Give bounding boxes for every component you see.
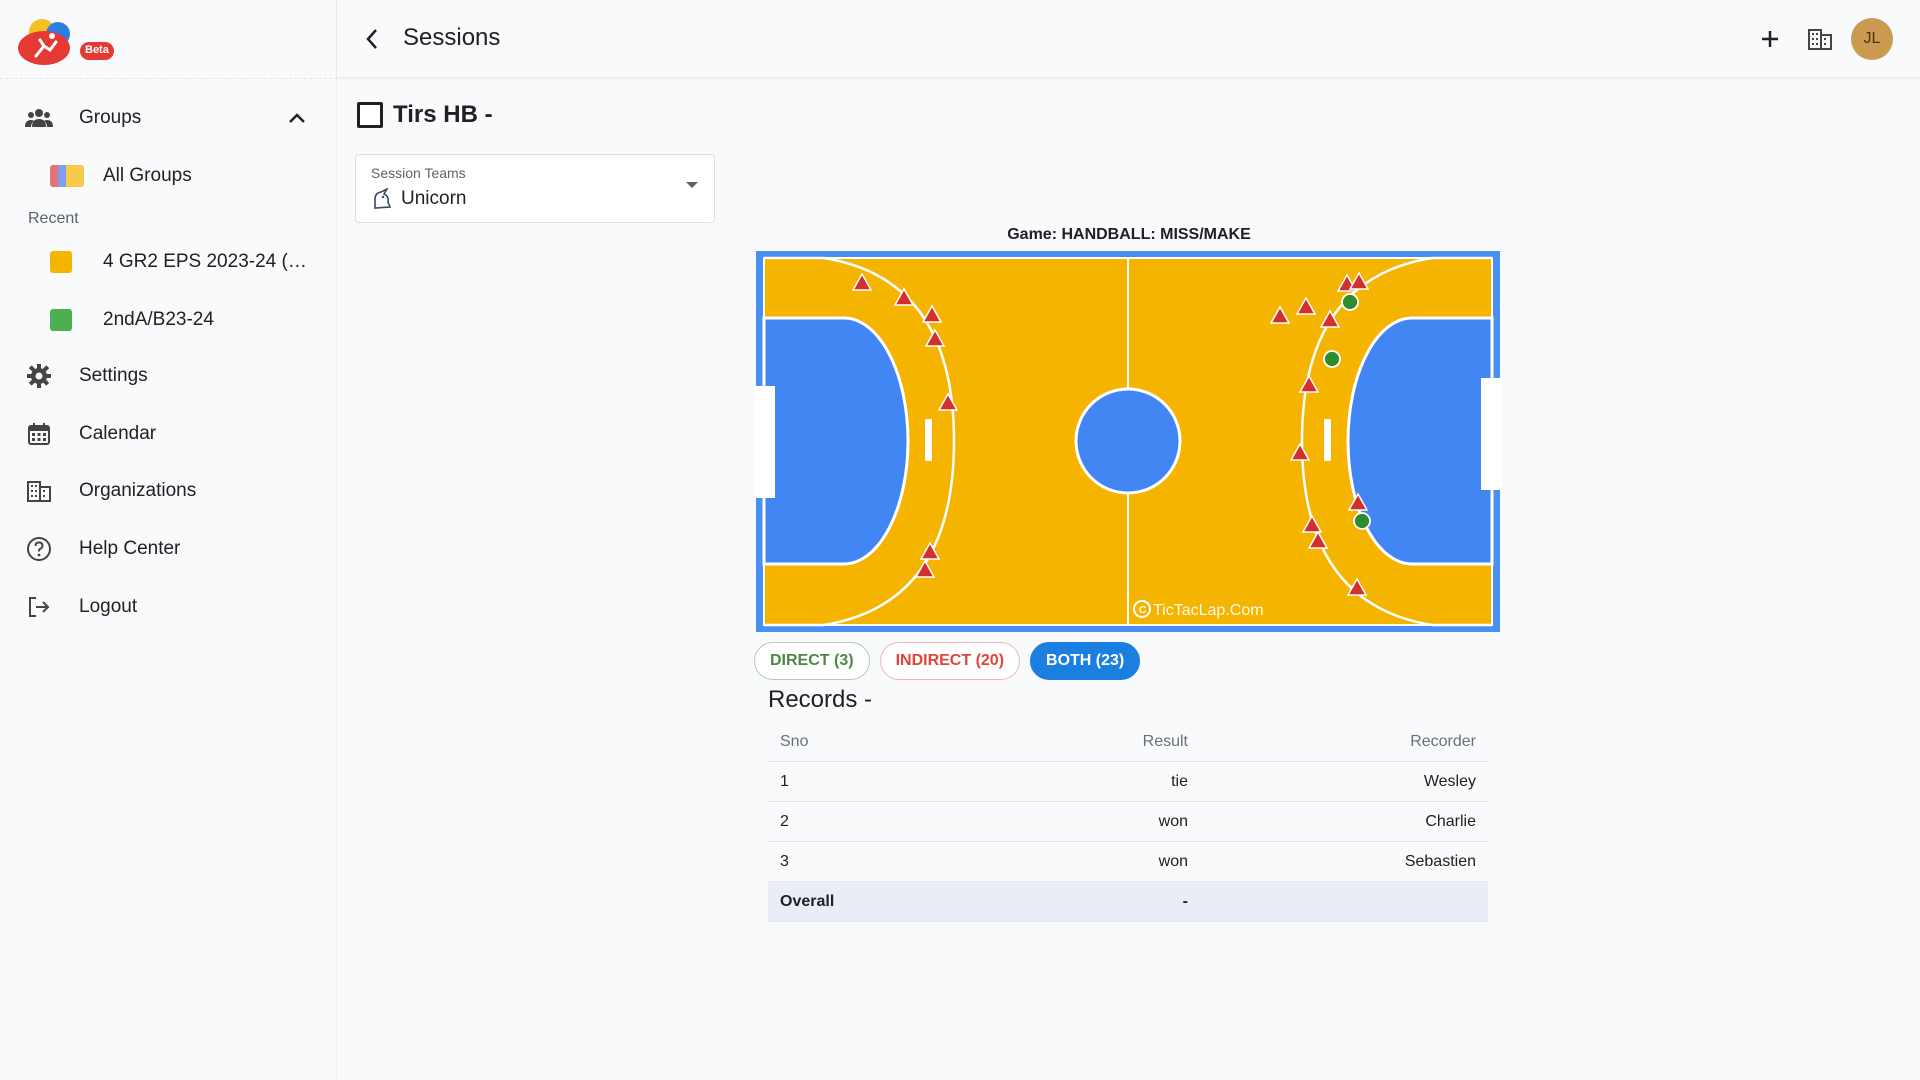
cell-recorder: Charlie bbox=[1425, 813, 1476, 830]
sidebar: Beta Groups All Groups Recent 4 GR2 EPS … bbox=[0, 0, 337, 1080]
chevron-left-icon bbox=[366, 29, 377, 49]
cell-sno: 1 bbox=[780, 773, 789, 790]
beta-badge: Beta bbox=[85, 44, 109, 56]
cell-overall-label: Overall bbox=[780, 893, 835, 910]
help-icon bbox=[25, 535, 53, 563]
user-avatar[interactable]: JL bbox=[1851, 18, 1893, 60]
filter-direct-chip[interactable]: DIRECT (3) bbox=[754, 642, 870, 680]
sidebar-item-label: Help Center bbox=[79, 538, 181, 559]
left-goal bbox=[754, 386, 775, 498]
logout-icon bbox=[25, 593, 53, 621]
cell-sno: 3 bbox=[780, 853, 789, 870]
court-watermark: TicTacLap.Com bbox=[1153, 602, 1264, 619]
unicorn-icon bbox=[374, 188, 392, 209]
cell-overall-result: - bbox=[1182, 893, 1188, 910]
filter-both-chip[interactable]: BOTH (23) bbox=[1030, 642, 1141, 680]
cell-result: tie bbox=[1171, 773, 1188, 790]
sidebar-item-calendar[interactable]: Calendar bbox=[0, 408, 337, 460]
left-goal-area bbox=[762, 316, 910, 566]
sidebar-item-label: All Groups bbox=[103, 165, 192, 186]
sidebar-item-label: Logout bbox=[79, 596, 138, 617]
dropdown-arrow-icon bbox=[686, 182, 698, 188]
handball-court[interactable]: C TicTacLap.Com bbox=[754, 249, 1502, 634]
sidebar-item-recent-group[interactable]: 2ndA/B23-24 bbox=[0, 294, 337, 346]
make-shot-marker bbox=[1323, 350, 1341, 368]
cell-result: won bbox=[1158, 853, 1188, 870]
session-title: Tirs HB - bbox=[393, 101, 493, 128]
records-table: Sno Result Recorder 1 tie Wesley 2 won C… bbox=[768, 722, 1488, 922]
session-select-checkbox[interactable] bbox=[357, 102, 383, 128]
right-goal-area bbox=[1346, 316, 1494, 566]
calendar-icon bbox=[25, 420, 53, 448]
select-value: Unicorn bbox=[371, 188, 466, 210]
app-logo[interactable]: Beta bbox=[14, 12, 124, 70]
table-row[interactable]: 3 won Sebastien bbox=[768, 842, 1488, 882]
center-circle bbox=[1074, 387, 1182, 495]
filter-indirect-chip[interactable]: INDIRECT (20) bbox=[879, 642, 1021, 680]
table-header-row: Sno Result Recorder bbox=[768, 722, 1488, 762]
sidebar-divider bbox=[0, 78, 337, 79]
gear-icon bbox=[25, 362, 53, 390]
sidebar-item-label: Calendar bbox=[79, 423, 157, 444]
make-shot-marker bbox=[1341, 293, 1359, 311]
plus-icon bbox=[1762, 31, 1778, 47]
column-header-sno[interactable]: Sno bbox=[780, 733, 808, 751]
building-icon bbox=[25, 477, 53, 505]
sidebar-item-label: Groups bbox=[79, 107, 142, 128]
back-button[interactable] bbox=[355, 22, 389, 56]
sidebar-item-organizations[interactable]: Organizations bbox=[0, 465, 337, 517]
organizations-button[interactable] bbox=[1803, 22, 1837, 56]
make-shot-marker bbox=[1353, 512, 1371, 530]
sidebar-item-groups[interactable]: Groups bbox=[0, 92, 337, 144]
select-label: Session Teams bbox=[371, 165, 466, 181]
sidebar-item-label: Settings bbox=[79, 365, 148, 386]
session-title-row: Tirs HB - bbox=[357, 98, 493, 132]
cell-sno: 2 bbox=[780, 813, 789, 830]
group-color-icon bbox=[50, 309, 72, 331]
sidebar-item-settings[interactable]: Settings bbox=[0, 350, 337, 402]
column-header-result[interactable]: Result bbox=[1143, 733, 1188, 751]
shot-filter-chips: DIRECT (3) INDIRECT (20) BOTH (23) bbox=[754, 642, 1141, 680]
sidebar-item-label: 2ndA/B23-24 bbox=[103, 309, 214, 330]
building-icon bbox=[1808, 29, 1832, 50]
app-logo-icon bbox=[18, 19, 114, 65]
table-overall-row: Overall - bbox=[768, 882, 1488, 922]
right-goal bbox=[1481, 378, 1502, 490]
recent-section-label: Recent bbox=[28, 210, 79, 227]
session-teams-select[interactable]: Session Teams Unicorn bbox=[355, 154, 715, 223]
right-penalty-mark bbox=[1324, 419, 1331, 461]
all-groups-icon bbox=[50, 165, 84, 187]
add-button[interactable] bbox=[1753, 22, 1787, 56]
sidebar-item-logout[interactable]: Logout bbox=[0, 581, 337, 633]
svg-text:C: C bbox=[1139, 605, 1146, 616]
game-label: Game: HANDBALL: MISS/MAKE bbox=[1007, 226, 1251, 243]
sidebar-item-all-groups[interactable]: All Groups bbox=[0, 150, 337, 202]
left-penalty-mark bbox=[925, 419, 932, 461]
groups-icon bbox=[25, 104, 53, 132]
group-color-icon bbox=[50, 251, 72, 273]
sidebar-item-recent-group[interactable]: 4 GR2 EPS 2023-24 (1… bbox=[0, 236, 337, 288]
table-row[interactable]: 1 tie Wesley bbox=[768, 762, 1488, 802]
cell-result: won bbox=[1158, 813, 1188, 830]
selected-team: Unicorn bbox=[401, 188, 467, 209]
top-app-bar: Sessions JL bbox=[337, 0, 1920, 78]
cell-recorder: Wesley bbox=[1423, 773, 1476, 790]
table-row[interactable]: 2 won Charlie bbox=[768, 802, 1488, 842]
records-title: Records - bbox=[768, 686, 873, 713]
sidebar-item-label: 4 GR2 EPS 2023-24 (1… bbox=[103, 251, 313, 272]
sidebar-item-help-center[interactable]: Help Center bbox=[0, 523, 337, 575]
page-title: Sessions bbox=[403, 24, 501, 51]
sidebar-item-label: Organizations bbox=[79, 480, 197, 501]
cell-recorder: Sebastien bbox=[1404, 853, 1476, 870]
column-header-recorder[interactable]: Recorder bbox=[1410, 733, 1476, 751]
chevron-up-icon[interactable] bbox=[283, 104, 311, 132]
